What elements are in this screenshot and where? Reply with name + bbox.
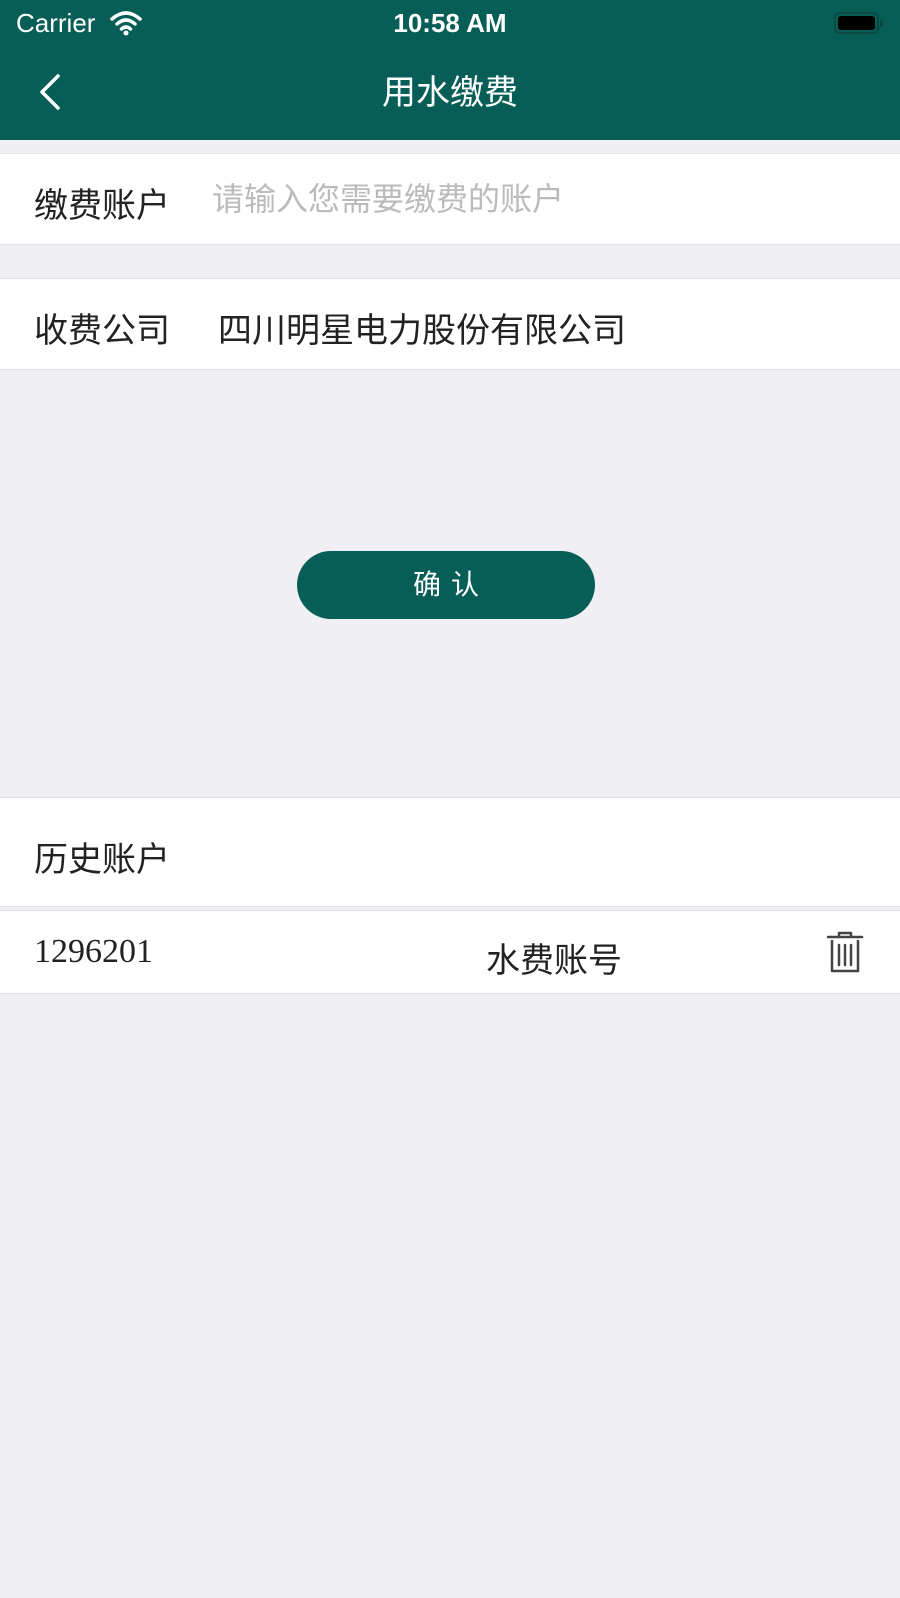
history-account-number: 1296201 — [34, 933, 153, 970]
history-title: 历史账户 — [34, 840, 170, 880]
delete-history-button[interactable] — [822, 929, 868, 977]
chevron-left-icon — [40, 74, 60, 110]
company-value: 四川明星电力股份有限公司 — [218, 311, 626, 351]
page-title: 用水缴费 — [382, 73, 518, 113]
history-account-type: 水费账号 — [486, 941, 622, 981]
company-label: 收费公司 — [34, 311, 170, 351]
status-bar: Carrier 10:58 AM — [0, 0, 900, 46]
back-button[interactable] — [24, 66, 76, 118]
app-header: Carrier 10:58 AM 用水缴费 — [0, 0, 900, 140]
battery-icon — [834, 12, 883, 34]
confirm-button[interactable]: 确认 — [297, 551, 595, 619]
company-row: 收费公司 四川明星电力股份有限公司 — [0, 278, 900, 370]
navigation-bar: 用水缴费 — [0, 46, 900, 140]
status-time: 10:58 AM — [393, 8, 507, 38]
history-header-row: 历史账户 — [0, 797, 900, 907]
account-input[interactable] — [212, 154, 852, 244]
trash-icon — [826, 931, 864, 973]
account-label: 缴费账户 — [34, 186, 170, 226]
account-row: 缴费账户 — [0, 153, 900, 245]
history-row[interactable]: 1296201 水费账号 — [0, 910, 900, 994]
